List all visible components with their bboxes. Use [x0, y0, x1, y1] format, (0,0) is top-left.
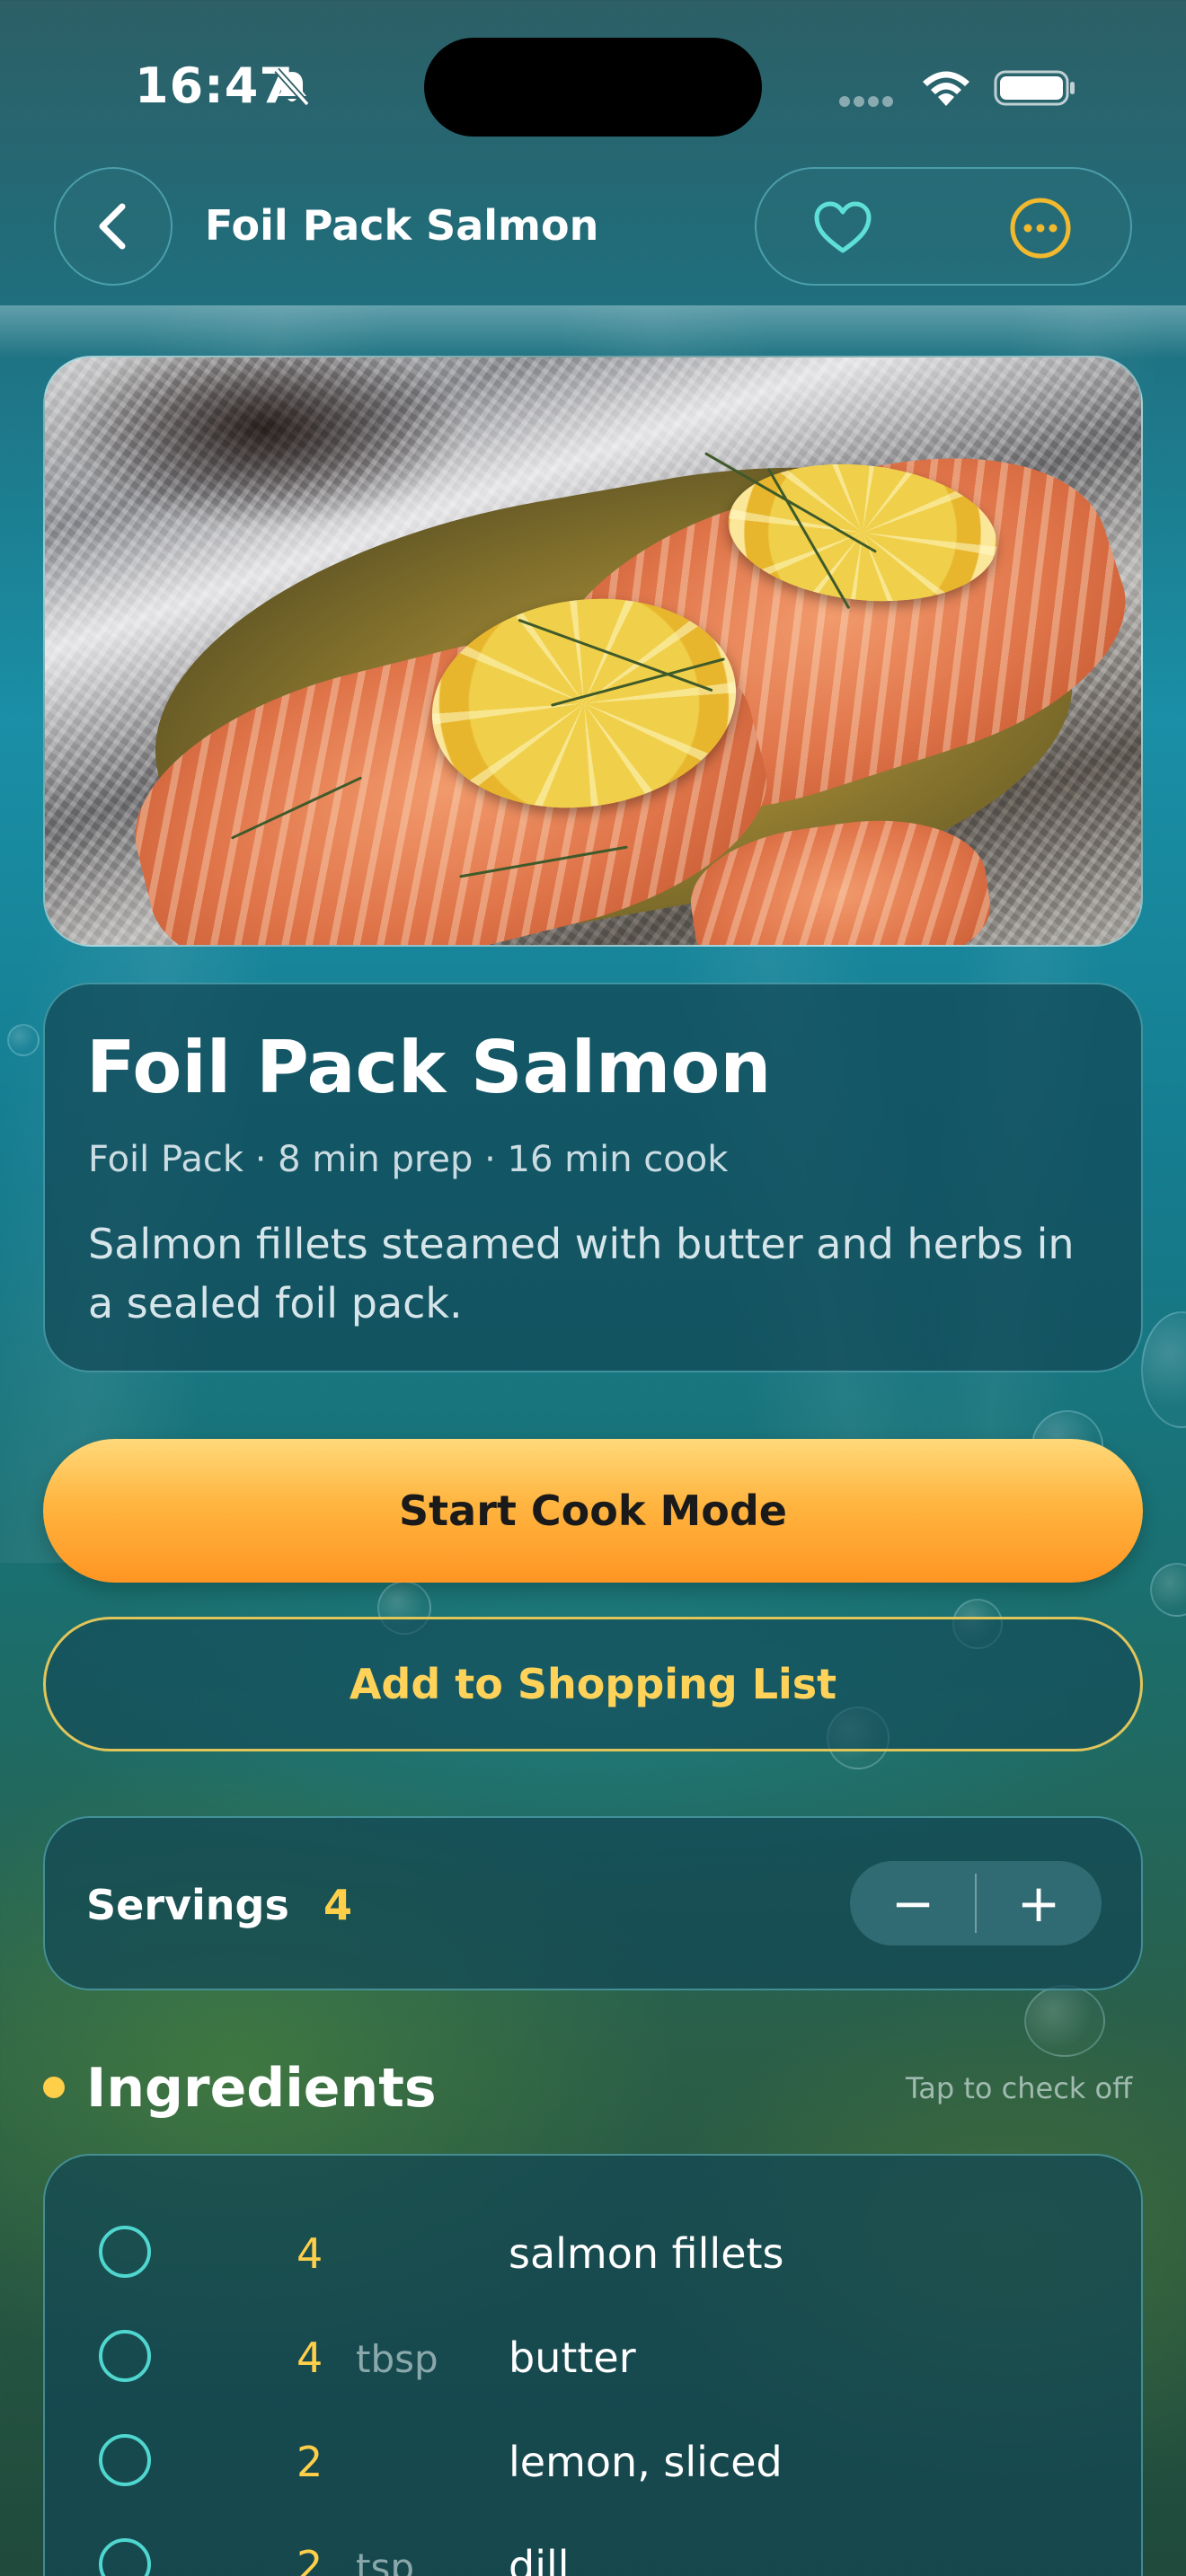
- ingredient-name: salmon fillets: [509, 2229, 784, 2278]
- ingredient-quantity: 4: [296, 2229, 323, 2278]
- ellipsis-circle-icon: [1010, 198, 1071, 259]
- bubble: [1150, 1563, 1186, 1617]
- ingredients-list: 4 salmon fillets 4 tbsp butter 2 lemon, …: [43, 2154, 1143, 2576]
- start-cook-mode-button[interactable]: Start Cook Mode: [43, 1439, 1143, 1583]
- ingredient-quantity: 4: [296, 2333, 323, 2382]
- battery-icon: [994, 68, 1076, 108]
- heart-icon: [814, 201, 872, 253]
- ingredient-row[interactable]: 4 salmon fillets: [45, 2199, 1145, 2303]
- back-button[interactable]: [54, 167, 173, 286]
- bubble: [7, 1024, 40, 1056]
- recipe-hero-image: [43, 356, 1143, 947]
- dynamic-island: [424, 38, 762, 137]
- checkbox-circle-icon[interactable]: [99, 2538, 151, 2576]
- recipe-meta: Foil Pack · 8 min prep · 16 min cook: [88, 1139, 729, 1180]
- bubble: [1141, 1311, 1186, 1428]
- more-options-button[interactable]: [1008, 196, 1073, 260]
- servings-label: Servings: [86, 1881, 289, 1929]
- recipe-description: Salmon fillets steamed with butter and h…: [88, 1220, 1075, 1328]
- add-to-shopping-list-button[interactable]: Add to Shopping List: [43, 1617, 1143, 1751]
- ingredients-hint: Tap to check off: [906, 2071, 1133, 2105]
- ingredients-heading: Ingredients: [86, 2057, 437, 2120]
- ingredient-row[interactable]: 4 tbsp butter: [45, 2303, 1145, 2407]
- ingredient-unit: tbsp: [356, 2337, 438, 2381]
- ingredient-quantity: 2: [296, 2438, 323, 2486]
- servings-card: Servings 4 − +: [43, 1816, 1143, 1990]
- ingredient-row[interactable]: 2 tsp dill: [45, 2511, 1145, 2576]
- decrease-servings-button[interactable]: −: [850, 1861, 976, 1945]
- nav-actions-group: [755, 167, 1132, 286]
- status-time: 16:47: [135, 57, 294, 114]
- ingredient-name: dill: [509, 2542, 570, 2576]
- bell-off-icon: [271, 66, 313, 108]
- favorite-button[interactable]: [810, 196, 875, 260]
- wifi-icon: [918, 66, 974, 110]
- increase-servings-button[interactable]: +: [976, 1861, 1102, 1945]
- recipe-title: Foil Pack Salmon: [86, 1026, 772, 1109]
- ingredient-unit: tsp: [356, 2545, 415, 2576]
- recipe-info-card: Foil Pack Salmon Foil Pack · 8 min prep …: [43, 983, 1143, 1372]
- servings-stepper: − +: [850, 1861, 1102, 1945]
- ingredient-row[interactable]: 2 lemon, sliced: [45, 2407, 1145, 2511]
- servings-value: 4: [323, 1881, 353, 1929]
- ingredient-name: butter: [509, 2333, 636, 2382]
- water-surface: [0, 305, 1186, 359]
- chevron-left-icon: [99, 203, 126, 250]
- checkbox-circle-icon[interactable]: [99, 2226, 151, 2278]
- bubble: [1024, 1985, 1105, 2057]
- checkbox-circle-icon[interactable]: [99, 2434, 151, 2486]
- section-bullet-icon: [43, 2077, 65, 2098]
- checkbox-circle-icon[interactable]: [99, 2330, 151, 2382]
- nav-title: Foil Pack Salmon: [205, 201, 599, 250]
- ingredient-name: lemon, sliced: [509, 2438, 783, 2486]
- cellular-signal-icon: [839, 93, 902, 107]
- status-bar: 16:47: [0, 0, 1186, 171]
- ingredient-quantity: 2: [296, 2542, 323, 2576]
